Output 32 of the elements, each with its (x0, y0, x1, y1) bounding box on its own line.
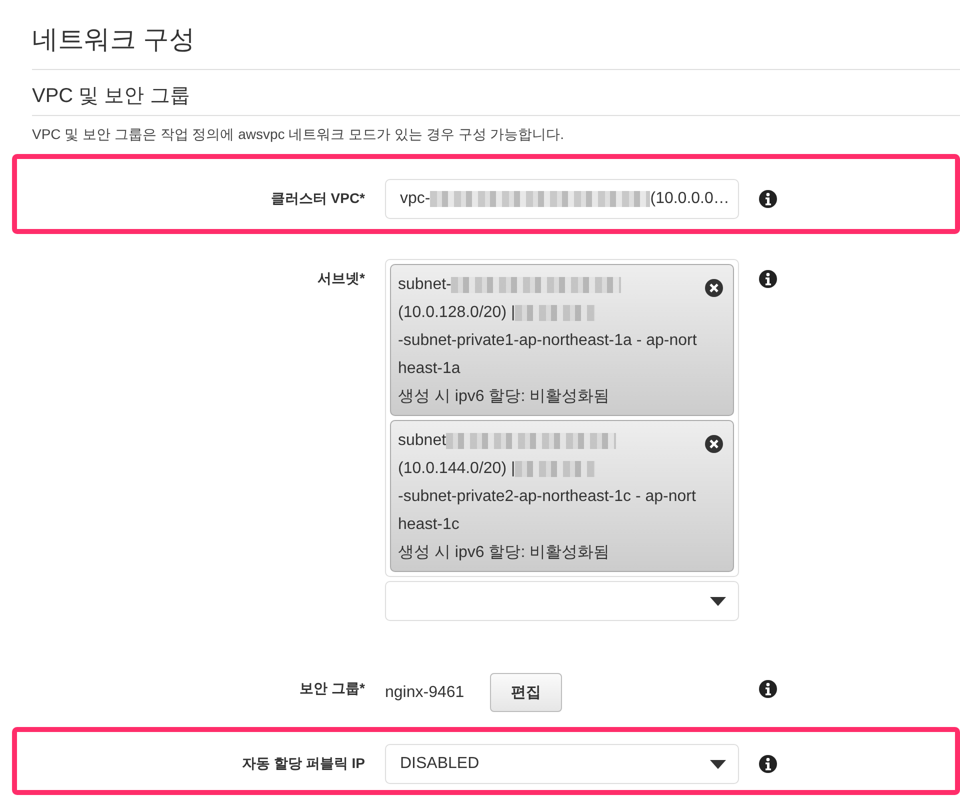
ipv6-setting: 생성 시 ipv6 할당: 비활성화됨 (398, 543, 611, 563)
dropdown[interactable]: DISABLED (385, 744, 739, 784)
info-icon[interactable] (759, 190, 777, 208)
field-label: 보안 그룹* (298, 679, 365, 698)
edit-button[interactable]: 편집 (490, 673, 562, 712)
subnet-name: -subnet-private2-ap-northeast-1c - ap-northeast-1c (398, 487, 697, 535)
subnet-cidr: (10.0.128.0/20) | (398, 303, 516, 323)
dropdown[interactable]: vpc- (10.0.0.0… (385, 179, 739, 219)
section-description: VPC 및 보안 그룹은 작업 정의에 awsvpc 네트워크 모드가 있는 경우 구성 가능합니다. (32, 126, 566, 144)
remove-icon[interactable] (705, 435, 723, 453)
field-label: 클러스터 VPC* (270, 189, 365, 208)
section-title: VPC 및 보안 그룹 (32, 82, 960, 116)
info-icon[interactable] (759, 270, 777, 288)
field-label: 자동 할당 퍼블릭 IP (241, 754, 365, 773)
page-title: 네트워크 구성 (32, 22, 960, 70)
ipv6-setting: 생성 시 ipv6 할당: 비활성화됨 (398, 387, 611, 407)
security-group-name: nginx-9461 (385, 684, 464, 702)
info-icon[interactable] (759, 680, 777, 698)
subnet-name: -subnet-private1-ap-northeast-1a - ap-northeast-1a (398, 331, 697, 379)
subnet-chip[interactable]: subnet (10.0.144.0/20) | -subnet-private2-ap-northeast-1c - ap-northeast-1c 생성 시 ipv6 할당: 비활성화됨 (390, 420, 734, 572)
vpc-cidr: (10.0.0.0… (650, 190, 730, 208)
dropdown-value: DISABLED (400, 755, 480, 773)
caret-icon (710, 596, 726, 606)
field-label: 서브넷* (316, 269, 365, 288)
info-icon[interactable] (759, 755, 777, 773)
subnet-cidr: (10.0.144.0/20) | (398, 459, 516, 479)
subnet-chip[interactable]: subnet- (10.0.128.0/20) | -subnet-private1-ap-northeast-1a - ap-northeast-1a 생성 시 ipv6 할당: 비활성화됨 (390, 264, 734, 416)
subnet-id: subnet (398, 431, 446, 451)
caret-icon (710, 760, 726, 768)
remove-icon[interactable] (705, 279, 723, 297)
vpc-id-prefix: vpc- (400, 190, 430, 208)
subnet-id: subnet- (398, 275, 452, 295)
